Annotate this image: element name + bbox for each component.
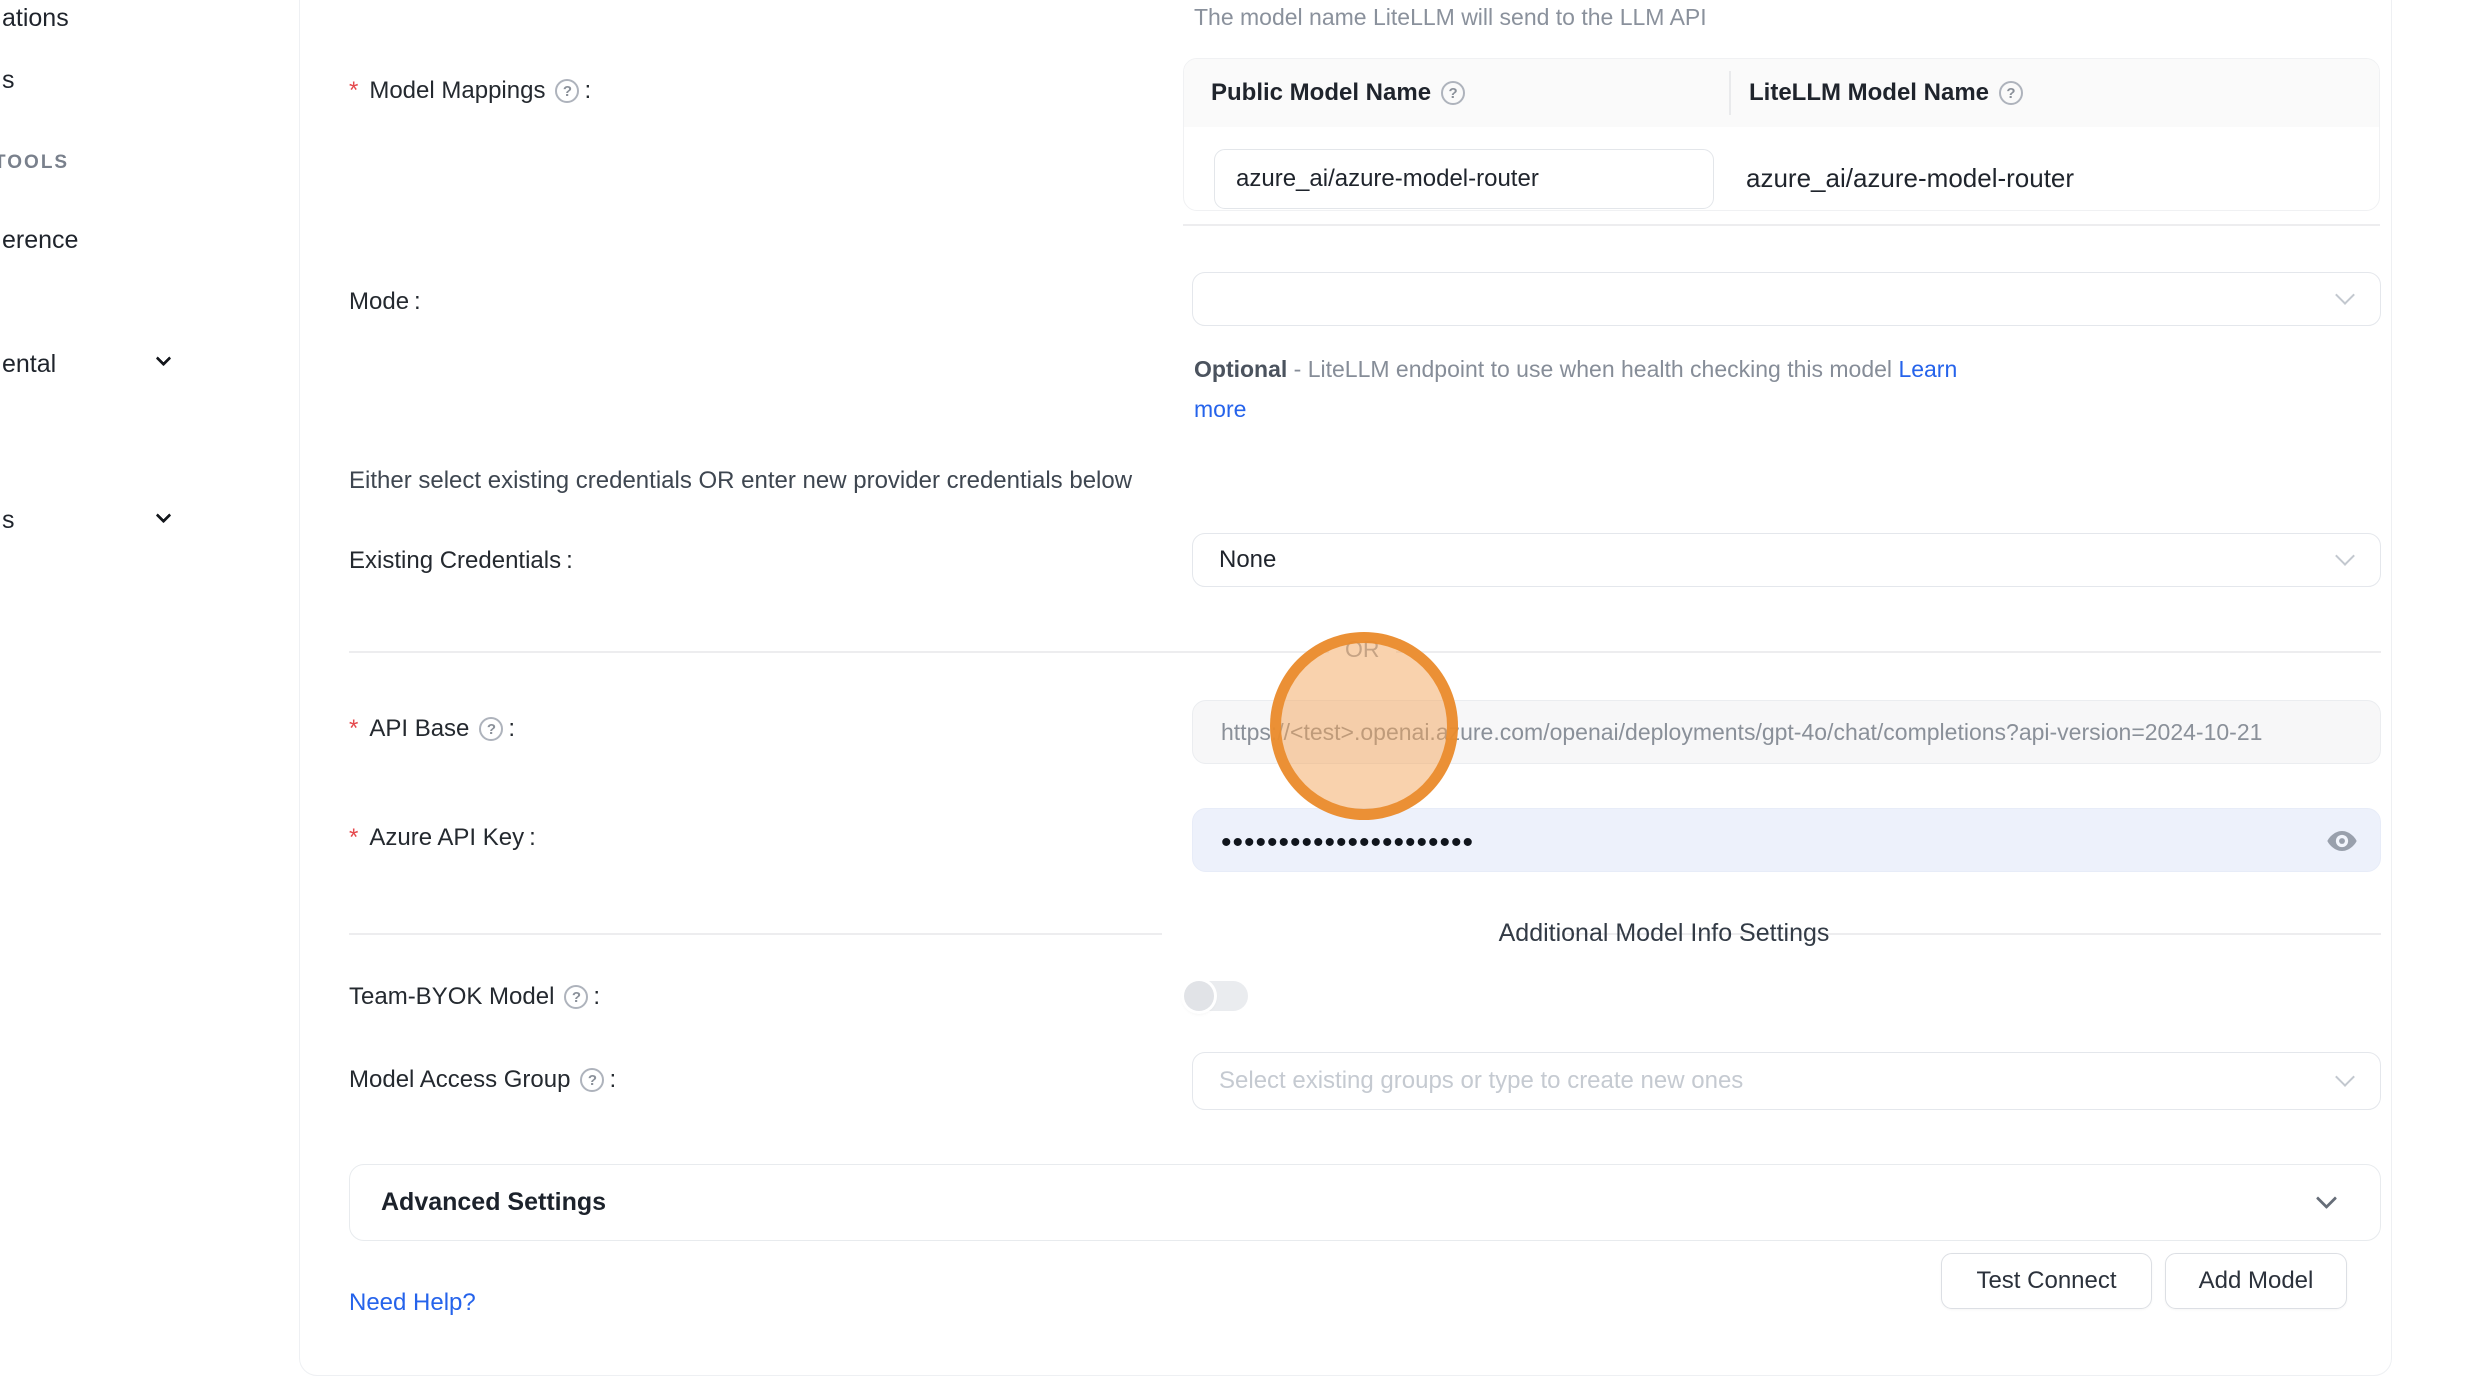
existing-credentials-label: Existing Credentials : (349, 547, 573, 575)
add-model-form: The model name LiteLLM will send to the … (299, 0, 2392, 1385)
mode-help-text: Optional - LiteLLM endpoint to use when … (1194, 349, 2004, 429)
chevron-down-icon (2316, 1188, 2337, 1209)
litellm-model-name-value: azure_ai/azure-model-router (1746, 163, 2074, 194)
team-byok-label: Team-BYOK Model ? : (349, 983, 600, 1011)
toggle-knob (1184, 981, 1214, 1011)
required-asterisk: * (349, 715, 358, 743)
required-asterisk: * (349, 77, 358, 105)
chevron-down-icon[interactable] (156, 351, 172, 367)
column-header-public-model-name: Public Model Name ? (1184, 59, 1729, 127)
help-question-icon[interactable]: ? (555, 79, 579, 103)
model-mappings-label: * Model Mappings ? : (349, 77, 591, 105)
section-divider-line (349, 933, 1162, 935)
sidebar-item-organizations[interactable]: ations (2, 4, 69, 33)
or-divider-text: OR (1329, 636, 1396, 663)
column-header-litellm-model-name: LiteLLM Model Name ? (1729, 71, 2023, 115)
team-byok-toggle[interactable] (1184, 981, 1248, 1011)
sidebar-item-settings[interactable]: s (2, 506, 15, 535)
model-access-group-label: Model Access Group ? : (349, 1066, 616, 1094)
model-mappings-table-header: Public Model Name ? LiteLLM Model Name ? (1184, 59, 2379, 127)
advanced-settings-panel[interactable]: Advanced Settings (349, 1164, 2381, 1241)
chevron-down-icon (2335, 1067, 2355, 1087)
mode-select[interactable] (1192, 272, 2381, 326)
help-question-icon[interactable]: ? (1999, 81, 2023, 105)
add-model-button[interactable]: Add Model (2165, 1253, 2347, 1309)
test-connect-button[interactable]: Test Connect (1941, 1253, 2152, 1309)
help-question-icon[interactable]: ? (564, 985, 588, 1009)
chevron-down-icon (2335, 546, 2355, 566)
credentials-note: Either select existing credentials OR en… (349, 467, 1132, 495)
public-model-name-input[interactable] (1214, 149, 1714, 209)
sidebar-item-inference[interactable]: erence (2, 226, 78, 255)
azure-api-key-label: * Azure API Key : (349, 824, 536, 852)
divider (1183, 224, 2380, 226)
api-base-label: * API Base ? : (349, 715, 515, 743)
help-question-icon[interactable]: ? (1441, 81, 1465, 105)
api-base-input[interactable] (1192, 700, 2381, 764)
sidebar-item-experimental[interactable]: ental (2, 350, 56, 379)
sidebar-section-tools: TOOLS (0, 152, 69, 174)
existing-credentials-select[interactable]: None (1192, 533, 2381, 587)
chevron-down-icon[interactable] (156, 508, 172, 524)
required-asterisk: * (349, 824, 358, 852)
masked-api-key-value: •••••••••••••••••••••• (1193, 820, 1474, 860)
eye-icon[interactable] (2326, 825, 2358, 857)
additional-settings-divider-title: Additional Model Info Settings (1364, 919, 1964, 948)
chevron-down-icon (2335, 285, 2355, 305)
help-question-icon[interactable]: ? (479, 717, 503, 741)
mode-label: Mode : (349, 288, 421, 316)
model-name-help-text: The model name LiteLLM will send to the … (1194, 4, 1707, 31)
model-mappings-table: Public Model Name ? LiteLLM Model Name ?… (1183, 58, 2380, 211)
model-access-group-select[interactable]: Select existing groups or type to create… (1192, 1052, 2381, 1110)
sidebar: ations s TOOLS erence ental s (0, 0, 298, 1385)
help-question-icon[interactable]: ? (580, 1068, 604, 1092)
need-help-link[interactable]: Need Help? (349, 1289, 476, 1317)
sidebar-item-models[interactable]: s (2, 66, 15, 95)
azure-api-key-input[interactable]: •••••••••••••••••••••• (1192, 808, 2381, 872)
